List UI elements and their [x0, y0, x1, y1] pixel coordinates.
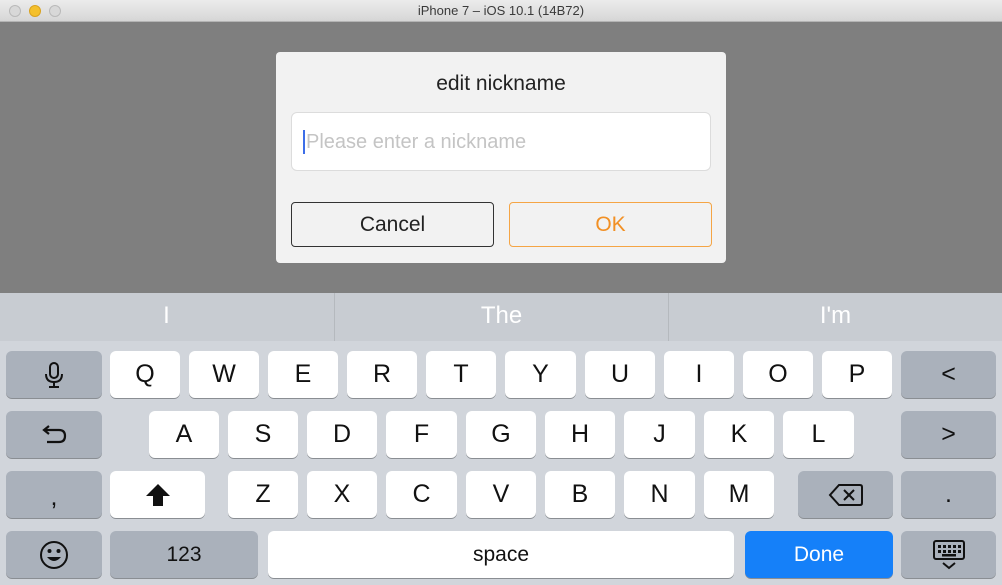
cancel-button[interactable]: Cancel [291, 202, 494, 247]
key-g[interactable]: G [466, 411, 536, 458]
undo-icon [42, 425, 67, 444]
suggestion-2[interactable]: The [334, 293, 669, 341]
numbers-key[interactable]: 123 [110, 531, 258, 578]
shift-icon [145, 484, 170, 507]
key-p[interactable]: P [822, 351, 892, 398]
key-a[interactable]: A [149, 411, 219, 458]
key-i[interactable]: I [664, 351, 734, 398]
key-d[interactable]: D [307, 411, 377, 458]
predictive-bar: I The I'm [0, 293, 1002, 341]
key-c[interactable]: C [386, 471, 457, 518]
period-key[interactable]: . [901, 471, 996, 518]
nickname-placeholder: Please enter a nickname [306, 131, 527, 153]
emoji-key[interactable] [6, 531, 102, 578]
key-m[interactable]: M [704, 471, 774, 518]
key-s[interactable]: S [228, 411, 298, 458]
shift-key[interactable] [110, 471, 205, 518]
nickname-input[interactable]: Please enter a nickname [291, 112, 711, 171]
window-title: iPhone 7 – iOS 10.1 (14B72) [417, 3, 585, 18]
keyboard-dismiss-icon [932, 540, 965, 570]
key-o[interactable]: O [743, 351, 813, 398]
cursor-left-key[interactable]: < [901, 351, 996, 398]
window-titlebar: iPhone 7 – iOS 10.1 (14B72) [0, 0, 1002, 22]
key-f[interactable]: F [386, 411, 457, 458]
suggestion-3[interactable]: I'm [669, 293, 1002, 341]
key-y[interactable]: Y [505, 351, 576, 398]
dialog-title: edit nickname [436, 72, 566, 95]
key-x[interactable]: X [307, 471, 377, 518]
backspace-key[interactable] [798, 471, 893, 518]
space-key[interactable]: space [268, 531, 734, 578]
key-u[interactable]: U [585, 351, 655, 398]
key-h[interactable]: H [545, 411, 615, 458]
key-w[interactable]: W [189, 351, 259, 398]
edit-nickname-dialog: edit nickname Please enter a nickname Ca… [276, 52, 726, 263]
key-e[interactable]: E [268, 351, 338, 398]
ok-button[interactable]: OK [509, 202, 712, 247]
cursor-right-key[interactable]: > [901, 411, 996, 458]
key-v[interactable]: V [466, 471, 536, 518]
suggestion-1[interactable]: I [0, 293, 333, 341]
ios-keyboard: I The I'm Q W E R T Y U I O P < A S D F … [0, 293, 1002, 585]
comma-key[interactable]: , [6, 471, 102, 518]
emoji-icon [40, 541, 68, 570]
key-n[interactable]: N [624, 471, 695, 518]
microphone-icon [45, 362, 63, 389]
text-caret [303, 130, 305, 154]
backspace-icon [828, 484, 863, 507]
key-q[interactable]: Q [110, 351, 180, 398]
key-r[interactable]: R [347, 351, 417, 398]
key-l[interactable]: L [783, 411, 854, 458]
dismiss-keyboard-key[interactable] [901, 531, 996, 578]
key-b[interactable]: B [545, 471, 615, 518]
key-z[interactable]: Z [228, 471, 298, 518]
undo-key[interactable] [6, 411, 102, 458]
key-k[interactable]: K [704, 411, 774, 458]
key-j[interactable]: J [624, 411, 695, 458]
done-key[interactable]: Done [745, 531, 893, 578]
dictation-key[interactable] [6, 351, 102, 398]
key-t[interactable]: T [426, 351, 496, 398]
